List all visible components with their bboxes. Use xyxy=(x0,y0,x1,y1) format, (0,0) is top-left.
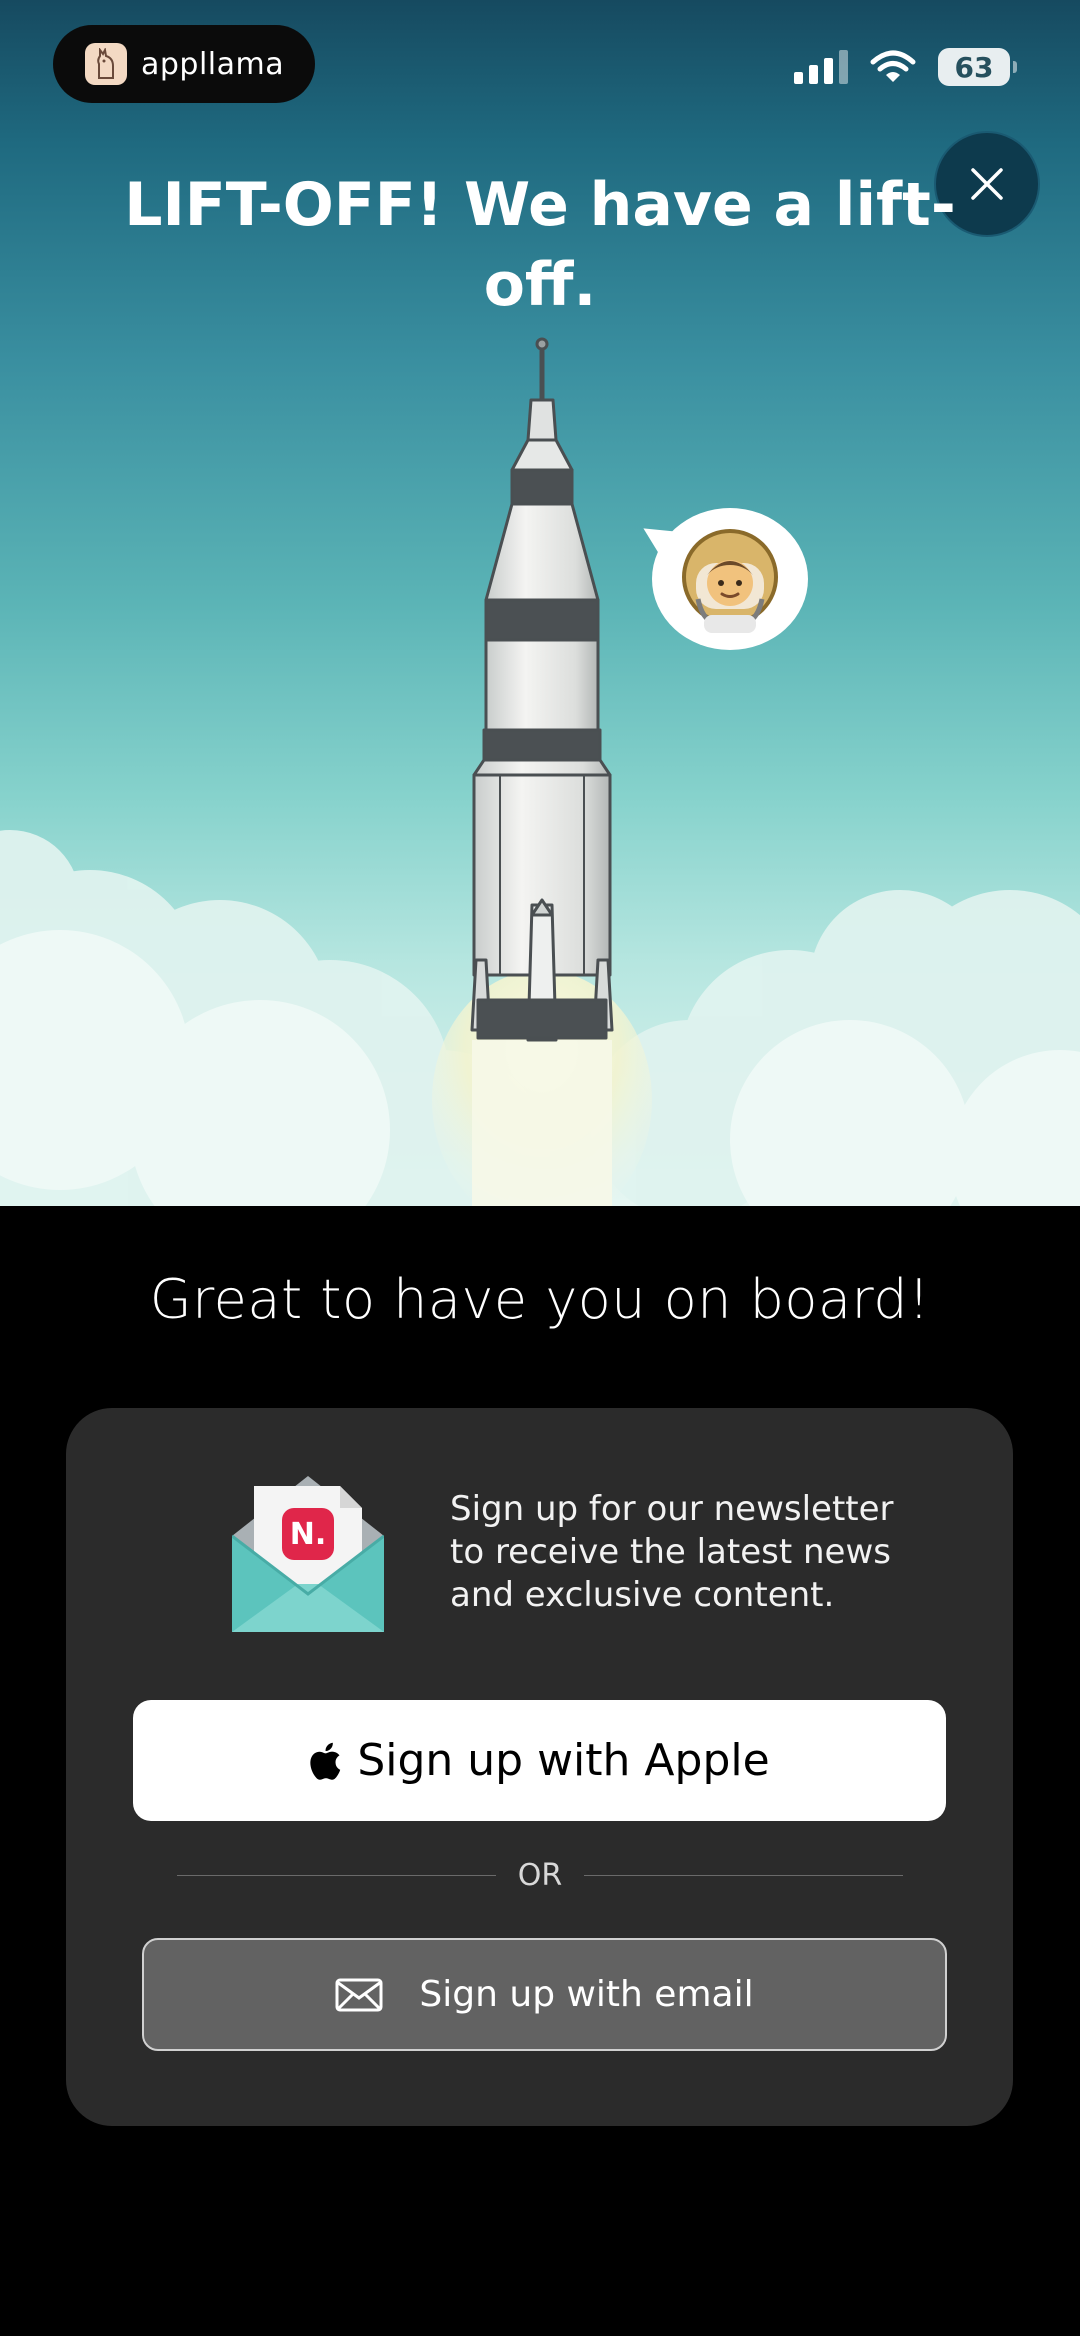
signup-card: N. Sign up for our newsletter to receive… xyxy=(66,1408,1013,2126)
sign-up-with-apple-button[interactable]: Sign up with Apple xyxy=(133,1700,946,1821)
welcome-heading: Great to have you on board! xyxy=(149,1268,931,1331)
app-name: appllama xyxy=(141,46,285,82)
app-logo-icon xyxy=(85,43,127,85)
hero-title: LIFT-OFF! We have a lift-off. xyxy=(124,170,956,320)
cellular-signal-icon xyxy=(794,50,848,84)
dynamic-island-app-pill: appllama xyxy=(53,25,315,103)
speech-bubble xyxy=(652,508,808,650)
astronaut-icon xyxy=(682,529,778,633)
hero-section: appllama 63 LIFT-OFF! We have a lift-off… xyxy=(0,0,1080,1206)
wifi-icon xyxy=(870,50,916,82)
mail-icon xyxy=(335,1978,383,2011)
newsletter-description: Sign up for our newsletter to receive th… xyxy=(450,1489,894,1615)
email-button-label: Sign up with email xyxy=(419,1974,754,2015)
newsletter-envelope-icon: N. xyxy=(231,1472,385,1632)
battery-icon: 63 xyxy=(938,48,1017,86)
apple-icon xyxy=(310,1742,341,1780)
apple-button-label: Sign up with Apple xyxy=(357,1735,770,1786)
newsletter-badge: N. xyxy=(290,1517,327,1552)
divider-line-right xyxy=(584,1874,903,1876)
close-icon xyxy=(971,168,1003,200)
or-divider: OR xyxy=(177,1852,903,1898)
sign-up-with-email-button[interactable]: Sign up with email xyxy=(142,1938,947,2051)
divider-line-left xyxy=(177,1874,496,1876)
or-label: OR xyxy=(517,1857,563,1893)
battery-level: 63 xyxy=(954,50,994,84)
status-indicators: 63 xyxy=(794,48,1017,86)
